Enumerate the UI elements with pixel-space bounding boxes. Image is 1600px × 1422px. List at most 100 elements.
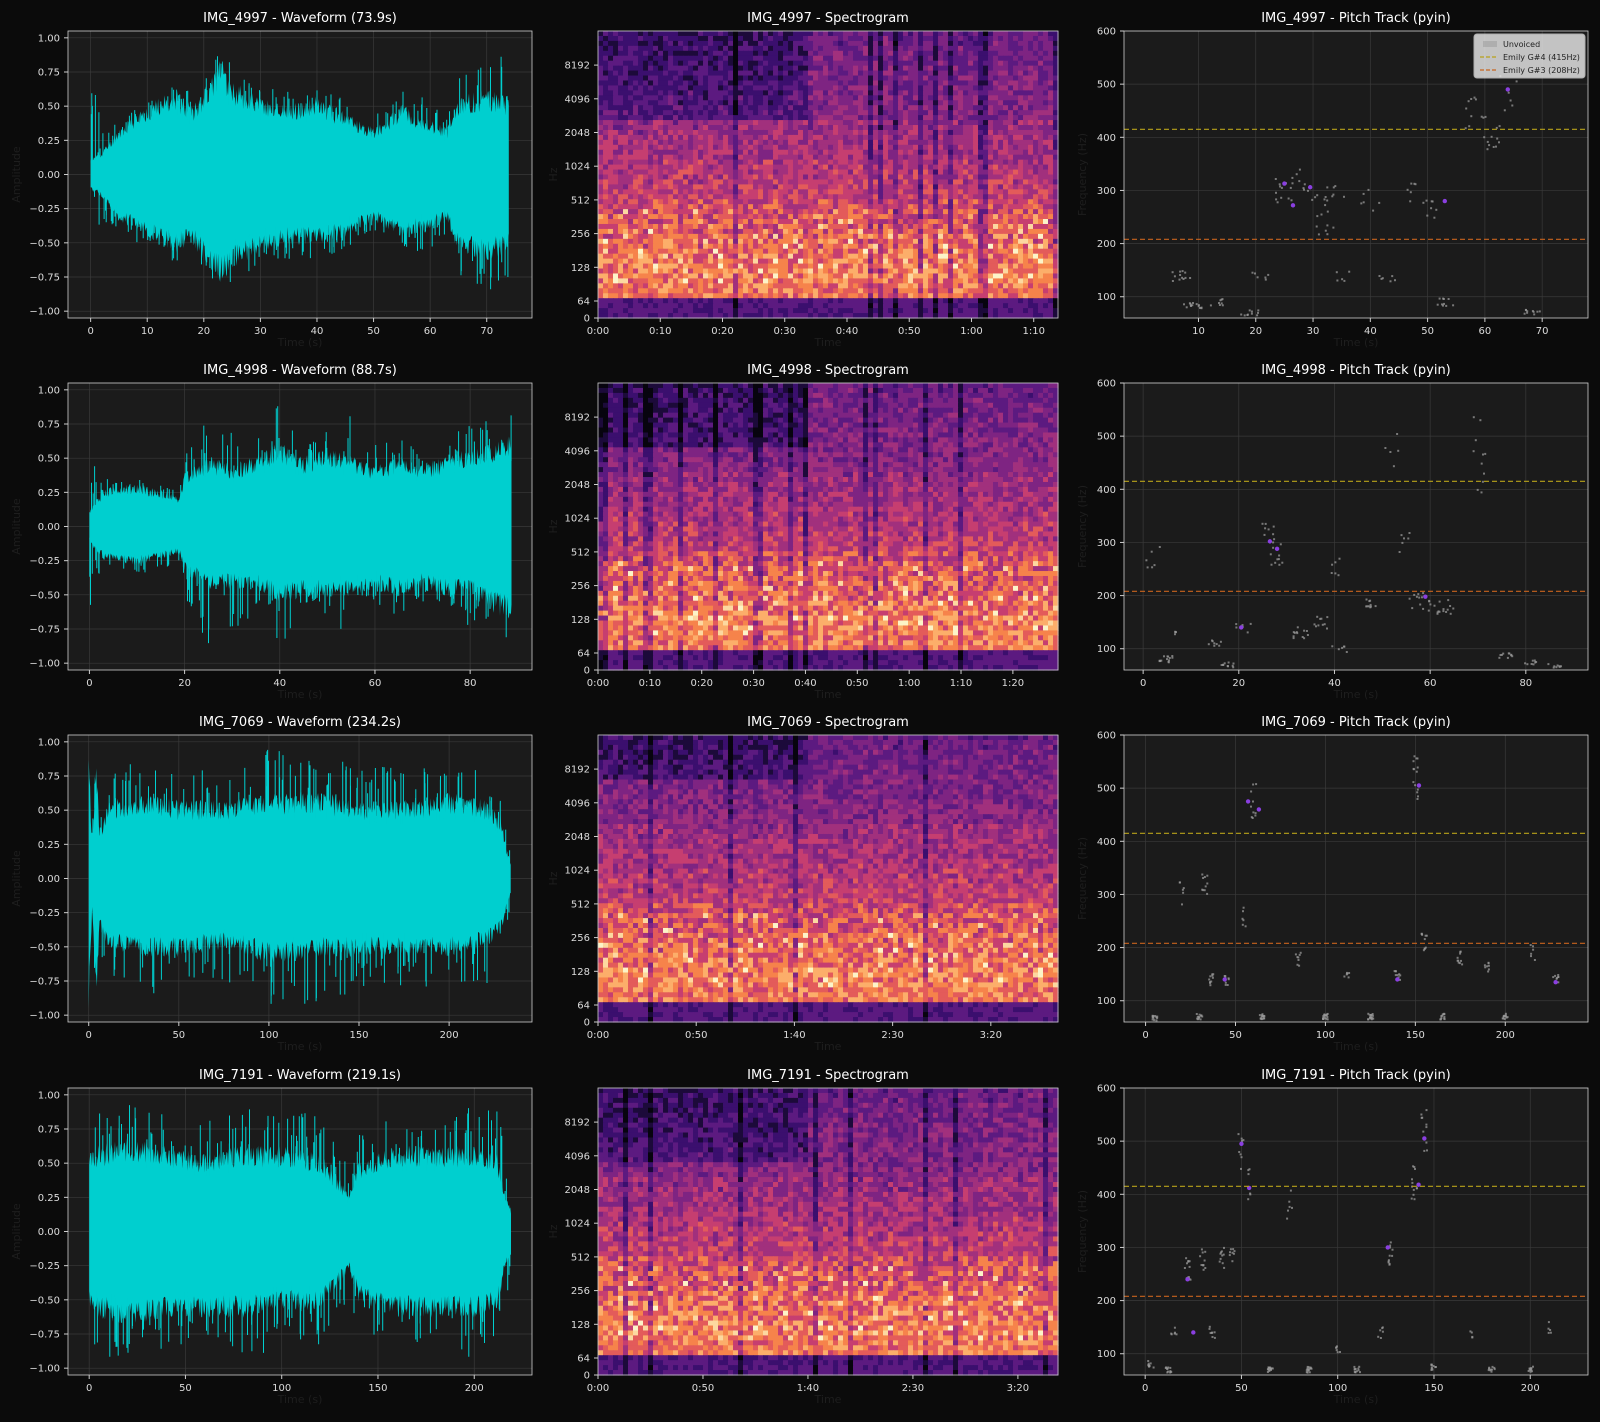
subplot-title: IMG_4997 - Spectrogram [747, 11, 909, 26]
spectrogram-cell [758, 95, 764, 101]
spectrogram-cell [833, 120, 839, 126]
spectrogram-cell [873, 144, 879, 151]
spectrogram-cell [993, 159, 999, 166]
spectrogram-cell [633, 95, 639, 101]
spectrogram-cell [1003, 238, 1009, 245]
spectrogram-cell [693, 169, 699, 176]
spectrogram-cell [938, 228, 944, 235]
spectrogram-cell [1008, 149, 1014, 156]
spectrogram-cell [933, 179, 939, 185]
spectrogram-cell [998, 95, 1004, 101]
spectrogram-cell [868, 110, 874, 116]
spectrogram-cell [868, 184, 874, 190]
spectrogram-cell [748, 115, 754, 121]
spectrogram-cell [798, 149, 804, 156]
spectrogram-cell [793, 100, 799, 106]
spectrogram-cell [1023, 214, 1029, 220]
spectrogram-cell [743, 278, 749, 284]
spectrogram-cell [923, 194, 929, 200]
spectrogram-cell [1033, 283, 1039, 289]
spectrogram-cell [1028, 35, 1034, 42]
spectrogram-cell [768, 31, 774, 37]
spectrogram-cell [1033, 125, 1039, 131]
spectrogram-cell [908, 233, 914, 240]
spectrogram-cell [963, 268, 969, 275]
spectrogram-cell [793, 184, 799, 190]
spectrogram-cell [993, 258, 999, 265]
spectrogram-cell [633, 243, 639, 250]
spectrogram-cell [723, 110, 729, 116]
spectrogram-cell [888, 228, 894, 235]
spectrogram-cell [1003, 159, 1009, 166]
spectrogram-cell [838, 204, 844, 210]
spectrogram-cell [753, 115, 759, 121]
spectrogram-cell [793, 120, 799, 126]
spectrogram-cell [883, 174, 889, 181]
spectrogram-cell [793, 189, 799, 195]
spectrogram-cell [668, 243, 674, 250]
spectrogram-cell [888, 253, 894, 260]
spectrogram-cell [813, 199, 819, 205]
spectrogram-cell [773, 223, 779, 230]
spectrogram-cell [863, 233, 869, 240]
spectrogram-cell [1003, 233, 1009, 240]
spectrogram-cell [713, 214, 719, 220]
spectrogram-cell [743, 283, 749, 289]
spectrogram-cell [998, 164, 1004, 171]
spectrogram-cell [888, 35, 894, 42]
spectrogram-cell [863, 159, 869, 166]
spectrogram-cell [633, 263, 639, 270]
spectrogram-cell [603, 214, 609, 220]
spectrogram-cell [1043, 31, 1049, 37]
spectrogram-cell [668, 90, 674, 96]
spectrogram-cell [1048, 134, 1054, 141]
spectrogram-cell [613, 85, 619, 91]
spectrogram-cell [808, 194, 814, 200]
spectrogram-cell [988, 60, 994, 67]
spectrogram-cell [893, 243, 899, 250]
spectrogram-cell [688, 248, 694, 255]
spectrogram-cell [703, 55, 709, 62]
spectrogram-cell [783, 278, 789, 284]
spectrogram-cell [668, 238, 674, 245]
spectrogram-cell [913, 65, 919, 72]
spectrogram-cell [943, 65, 949, 72]
spectrogram-cell [863, 164, 869, 171]
spectrogram-cell [973, 50, 979, 57]
spectrogram-cell [1033, 184, 1039, 190]
spectrogram-cell [653, 31, 659, 37]
spectrogram-cell [863, 189, 869, 195]
spectrogram-cell [743, 238, 749, 245]
spectrogram-cell [803, 154, 809, 161]
spectrogram-cell [603, 75, 609, 82]
spectrogram-cell [673, 184, 679, 190]
spectrogram-cell [1018, 273, 1024, 280]
spectrogram-cell [598, 219, 604, 225]
spectrogram-cell [633, 199, 639, 205]
spectrogram-cell [858, 164, 864, 171]
spectrogram-cell [1028, 65, 1034, 72]
spectrogram-cell [838, 253, 844, 260]
spectrogram-cell [928, 45, 934, 52]
spectrogram-cell [868, 174, 874, 181]
spectrogram-cell [733, 184, 739, 190]
spectrogram-cell [1018, 125, 1024, 131]
spectrogram-cell [928, 209, 934, 215]
spectrogram-cell [978, 95, 984, 101]
spectrogram-cell [968, 125, 974, 131]
spectrogram-cell [663, 228, 669, 235]
spectrogram-cell [648, 243, 654, 250]
spectrogram-cell [843, 189, 849, 195]
spectrogram-cell [853, 268, 859, 275]
spectrogram-cell [758, 238, 764, 245]
spectrogram-cell [763, 31, 769, 37]
spectrogram-cell [608, 125, 614, 131]
spectrogram-cell [773, 35, 779, 42]
spectrogram-cell [638, 268, 644, 275]
spectrogram-cell [708, 35, 714, 42]
spectrogram-cell [763, 65, 769, 72]
spectrogram-cell [903, 228, 909, 235]
spectrogram-cell [1018, 204, 1024, 210]
spectrogram-cell [978, 189, 984, 195]
spectrogram-cell [828, 204, 834, 210]
